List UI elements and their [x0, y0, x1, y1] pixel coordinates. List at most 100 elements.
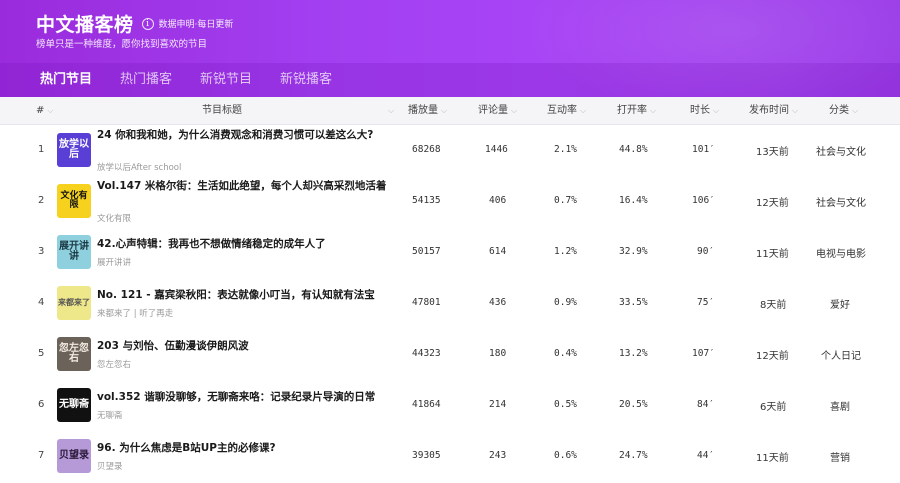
category: 社会与文化 — [816, 147, 866, 158]
tab-new-podcasts[interactable]: 新锐播客 — [280, 63, 332, 97]
chevron-down-icon: ⌵ — [388, 106, 395, 115]
podcast-name[interactable]: 贝望录 — [97, 460, 123, 472]
episode-title[interactable]: 42.心声特辑：我再也不想做情绪稳定的成年人了 — [97, 237, 397, 252]
podcast-cover[interactable]: 忽左忽右 — [57, 337, 91, 371]
chevron-down-icon: ⌵ — [713, 106, 720, 115]
interaction-rate: 0.5% — [554, 399, 577, 410]
published: 8天前 — [760, 300, 787, 311]
published: 12天前 — [756, 198, 789, 209]
podcast-name[interactable]: 无聊斋 — [97, 409, 123, 421]
podcast-name[interactable]: 放学以后After school — [97, 161, 181, 173]
title-row: 中文播客榜 i 数据申明·每日更新 — [36, 10, 233, 37]
comments: 214 — [489, 399, 507, 410]
header: 中文播客榜 i 数据申明·每日更新 榜单只是一种维度，愿你找到喜欢的节目 热门节… — [0, 0, 900, 97]
duration: 101′ — [692, 144, 715, 155]
plays: 54135 — [412, 195, 441, 206]
category: 电视与电影 — [816, 249, 866, 260]
podcast-name[interactable]: 忽左忽右 — [97, 358, 131, 370]
rank: 1 — [38, 144, 45, 155]
column-duration[interactable]: 时长 ⌵ — [690, 97, 719, 125]
interaction-rate: 0.6% — [554, 450, 577, 461]
published: 12天前 — [756, 351, 789, 362]
podcast-cover[interactable]: 展开讲讲 — [57, 235, 91, 269]
column-category[interactable]: 分类 ⌵ — [829, 97, 858, 125]
interaction-rate: 2.1% — [554, 144, 577, 155]
chevron-down-icon: ⌵ — [511, 106, 518, 115]
plays: 47801 — [412, 297, 441, 308]
podcast-cover[interactable]: 无聊斋 — [57, 388, 91, 422]
published: 6天前 — [760, 402, 787, 413]
table-row[interactable]: 5 忽左忽右 203 与刘怡、伍勤漫谈伊朗风波 忽左忽右 44323 180 0… — [0, 329, 900, 380]
podcast-cover[interactable]: 贝望录 — [57, 439, 91, 473]
category: 个人日记 — [821, 351, 861, 362]
podcast-cover[interactable]: 放学以后 — [57, 133, 91, 167]
tab-bar: 热门节目 热门播客 新锐节目 新锐播客 — [0, 63, 900, 97]
episode-title[interactable]: Vol.147 米格尔街：生活如此绝望，每个人却兴高采烈地活着 — [97, 179, 397, 194]
rank: 4 — [38, 297, 45, 308]
category: 爱好 — [830, 300, 850, 311]
open-rate: 32.9% — [619, 246, 648, 257]
update-note[interactable]: 数据申明·每日更新 — [159, 17, 234, 30]
table-row[interactable]: 7 贝望录 96. 为什么焦虑是B站UP主的必修课? 贝望录 39305 243… — [0, 431, 900, 482]
rank: 6 — [38, 399, 45, 410]
duration: 106′ — [692, 195, 715, 206]
chevron-down-icon: ⌵ — [650, 106, 657, 115]
rank: 2 — [38, 195, 45, 206]
app-title: 中文播客榜 — [36, 14, 134, 36]
plays: 39305 — [412, 450, 441, 461]
chevron-down-icon: ⌵ — [792, 106, 799, 115]
episode-title[interactable]: No. 121 - 嘉宾梁秋阳：表达就像小叮当，有认知就有法宝 — [97, 288, 397, 303]
rank: 3 — [38, 246, 45, 257]
chevron-down-icon: ⌵ — [580, 106, 587, 115]
column-rank[interactable]: # ⌵ — [36, 97, 53, 125]
podcast-cover[interactable]: 来都来了 — [57, 286, 91, 320]
open-rate: 33.5% — [619, 297, 648, 308]
info-icon[interactable]: i — [141, 17, 154, 30]
table-row[interactable]: 2 文化有限 Vol.147 米格尔街：生活如此绝望，每个人却兴高采烈地活着 文… — [0, 176, 900, 227]
published: 11天前 — [756, 249, 789, 260]
duration: 90′ — [697, 246, 715, 257]
tab-hot-podcasts[interactable]: 热门播客 — [120, 63, 172, 97]
column-open-rate[interactable]: 打开率 ⌵ — [617, 97, 656, 125]
podcast-name[interactable]: 文化有限 — [97, 212, 131, 224]
episode-title[interactable]: 203 与刘怡、伍勤漫谈伊朗风波 — [97, 339, 397, 354]
open-rate: 20.5% — [619, 399, 648, 410]
comments: 406 — [489, 195, 507, 206]
duration: 44′ — [697, 450, 715, 461]
table-row[interactable]: 3 展开讲讲 42.心声特辑：我再也不想做情绪稳定的成年人了 展开讲讲 5015… — [0, 227, 900, 278]
comments: 436 — [489, 297, 507, 308]
interaction-rate: 0.4% — [554, 348, 577, 359]
column-published[interactable]: 发布时间 ⌵ — [749, 97, 798, 125]
tab-hot-episodes[interactable]: 热门节目 — [40, 63, 92, 97]
table-header: # ⌵ 节目标题 ⌵ 播放量 ⌵ 评论量 ⌵ 互动率 ⌵ 打开率 ⌵ 时长 ⌵ 发布时间 ⌵ … — [0, 97, 900, 125]
table-row[interactable]: 1 放学以后 24 你和我和她，为什么消费观念和消费习惯可以差这么大? 放学以后… — [0, 125, 900, 176]
plays: 50157 — [412, 246, 441, 257]
category: 营销 — [830, 453, 850, 464]
episode-title[interactable]: vol.352 谐聊没聊够，无聊斋来咯：记录纪录片导演的日常 — [97, 390, 397, 405]
interaction-rate: 0.9% — [554, 297, 577, 308]
column-interaction[interactable]: 互动率 ⌵ — [547, 97, 586, 125]
episode-title[interactable]: 24 你和我和她，为什么消费观念和消费习惯可以差这么大? — [97, 128, 397, 143]
interaction-rate: 0.7% — [554, 195, 577, 206]
column-plays[interactable]: 播放量 ⌵ — [408, 97, 447, 125]
rank: 7 — [38, 450, 45, 461]
category: 社会与文化 — [816, 198, 866, 209]
published: 13天前 — [756, 147, 789, 158]
podcast-name[interactable]: 展开讲讲 — [97, 256, 131, 268]
open-rate: 16.4% — [619, 195, 648, 206]
tab-new-episodes[interactable]: 新锐节目 — [200, 63, 252, 97]
table-row[interactable]: 4 来都来了 No. 121 - 嘉宾梁秋阳：表达就像小叮当，有认知就有法宝 来… — [0, 278, 900, 329]
chevron-down-icon: ⌵ — [47, 106, 54, 115]
podcast-cover[interactable]: 文化有限 — [57, 184, 91, 218]
podcast-name[interactable]: 来都来了 | 听了再走 — [97, 307, 173, 319]
chevron-down-icon: ⌵ — [852, 106, 859, 115]
column-title-sort[interactable]: ⌵ — [385, 97, 394, 125]
episode-title[interactable]: 96. 为什么焦虑是B站UP主的必修课? — [97, 441, 397, 456]
duration: 75′ — [697, 297, 715, 308]
column-comments[interactable]: 评论量 ⌵ — [478, 97, 517, 125]
comments: 1446 — [485, 144, 508, 155]
open-rate: 13.2% — [619, 348, 648, 359]
open-rate: 24.7% — [619, 450, 648, 461]
table-row[interactable]: 6 无聊斋 vol.352 谐聊没聊够，无聊斋来咯：记录纪录片导演的日常 无聊斋… — [0, 380, 900, 431]
plays: 41864 — [412, 399, 441, 410]
